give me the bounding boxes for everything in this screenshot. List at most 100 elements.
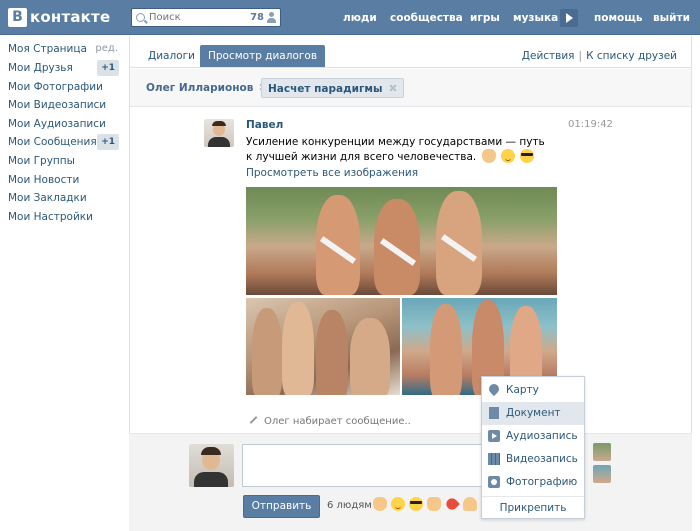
messages-badge: +1 [97, 134, 119, 150]
ok-hand-emoji-icon[interactable] [373, 497, 387, 511]
message-photo-main[interactable] [246, 187, 557, 295]
sidebar-item-photos[interactable]: Мои Фотографии [8, 78, 124, 96]
search-box[interactable]: 78 [131, 8, 281, 27]
smile-emoji-icon[interactable] [391, 497, 405, 511]
sidebar-item-label: Мои Закладки [8, 192, 87, 204]
search-icon [136, 13, 145, 22]
attach-button[interactable]: Прикрепить [482, 496, 584, 519]
close-icon[interactable] [389, 84, 397, 92]
nav-help-link[interactable]: помощь [594, 12, 643, 24]
tab-dialogs[interactable]: Диалоги [140, 45, 203, 67]
nav-music[interactable]: музыка [513, 0, 558, 35]
sidebar-item-groups[interactable]: Мои Группы [8, 152, 124, 170]
search-input[interactable] [149, 10, 249, 25]
vk-logo-icon: В [8, 7, 27, 27]
attach-document-label: Документ [506, 407, 561, 419]
sidebar-item-bookmarks[interactable]: Мои Закладки [8, 189, 124, 207]
friends-badge: +1 [97, 60, 119, 76]
sidebar-item-label: Мои Сообщения [8, 136, 97, 148]
nav-music-link[interactable]: музыка [513, 12, 558, 24]
message-time: 01:19:42 [568, 119, 613, 130]
actions-link[interactable]: Действия [522, 50, 575, 62]
sidebar-item-label: Мои Аудиозаписи [8, 118, 106, 130]
attach-video-label: Видеозапись [506, 453, 578, 465]
sidebar-item-news[interactable]: Мои Новости [8, 171, 124, 189]
message-text-block: Усиление конкуренции между государствами… [246, 135, 546, 164]
map-pin-icon [486, 381, 502, 397]
audio-icon [488, 430, 500, 442]
top-header: В контакте 78 люди сообщества игры музык… [0, 0, 700, 35]
attached-thumb[interactable] [593, 465, 611, 483]
attach-map[interactable]: Карту [482, 379, 584, 402]
pencil-icon [249, 416, 258, 424]
peer-tab-oleg[interactable]: Олег Илларионов [140, 78, 273, 98]
avatar[interactable] [204, 119, 234, 147]
message-photo-left[interactable] [246, 298, 400, 395]
sidebar-item-label: Мои Фотографии [8, 81, 103, 93]
nav-logout-link[interactable]: выйти [653, 12, 690, 24]
tabs-row: Диалоги Просмотр диалогов Действия | К спи… [130, 36, 691, 68]
attached-thumbs [593, 443, 613, 487]
search-count: 78 [250, 12, 264, 23]
tabs-right-links: Действия | К списку друзей [522, 50, 677, 62]
nav-logout[interactable]: выйти [653, 0, 690, 35]
sidebar-item-messages[interactable]: Мои Сообщения +1 [8, 133, 124, 151]
vk-logo[interactable]: В контакте [8, 7, 110, 27]
sidebar-item-label: Мои Новости [8, 174, 80, 186]
attach-photo-label: Фотографию [506, 476, 578, 488]
sidebar-item-my-page[interactable]: Моя Страница ред. [8, 40, 124, 58]
nav-communities[interactable]: сообщества [390, 0, 463, 35]
thumbs-up-emoji-icon[interactable] [427, 497, 441, 511]
peer-tabs: Олег Илларионов Насчет парадигмы [130, 69, 691, 107]
smile-emoji-icon [500, 149, 515, 163]
message-text: Усиление конкуренции между государствами… [246, 136, 545, 163]
sidebar-item-friends[interactable]: Мои Друзья +1 [8, 59, 124, 77]
document-icon [489, 407, 499, 419]
play-icon[interactable] [560, 9, 578, 27]
video-icon [488, 453, 500, 465]
peer-tab-paradigm[interactable]: Насчет парадигмы [261, 78, 404, 98]
send-button[interactable]: Отправить [243, 495, 320, 518]
typing-indicator: Олег набирает сообщение.. [249, 416, 411, 427]
sidebar-item-label: Мои Видеозаписи [8, 99, 107, 111]
sidebar-item-label: Моя Страница [8, 43, 87, 55]
sidebar-item-label: Мои Группы [8, 155, 75, 167]
vk-logo-text: контакте [30, 8, 111, 26]
attach-menu: Карту Документ Аудиозапись Видеозапись Ф… [481, 376, 585, 519]
attached-thumb[interactable] [593, 443, 611, 461]
sunglasses-emoji-icon[interactable] [409, 497, 423, 511]
raised-hands-emoji-icon[interactable] [463, 497, 477, 511]
sidebar-item-settings[interactable]: Мои Настройки [8, 208, 124, 226]
attach-map-label: Карту [506, 384, 539, 396]
separator: | [578, 50, 583, 62]
sidebar-item-label: Мои Друзья [8, 62, 73, 74]
people-count: 6 людям [327, 500, 372, 511]
sunglasses-emoji-icon [520, 149, 535, 163]
person-icon [267, 12, 276, 23]
attach-audio-label: Аудиозапись [506, 430, 578, 442]
attach-audio[interactable]: Аудиозапись [482, 425, 584, 448]
heart-emoji-icon[interactable] [444, 496, 460, 512]
attach-video[interactable]: Видеозапись [482, 448, 584, 471]
typing-text: Олег набирает сообщение.. [264, 416, 411, 427]
attach-photo[interactable]: Фотографию [482, 471, 584, 494]
nav-games-link[interactable]: игры [470, 12, 500, 24]
emoji-bar [371, 496, 479, 512]
to-friends-link[interactable]: К списку друзей [586, 50, 677, 62]
view-all-images-link[interactable]: Просмотреть все изображения [246, 167, 418, 179]
attach-document[interactable]: Документ [482, 402, 584, 425]
nav-people[interactable]: люди [343, 0, 377, 35]
ok-hand-emoji-icon [481, 149, 496, 163]
sidebar-item-videos[interactable]: Мои Видеозаписи [8, 96, 124, 114]
peer-name: Насчет парадигмы [268, 83, 383, 95]
sidebar-item-audio[interactable]: Мои Аудиозаписи [8, 115, 124, 133]
sidebar-item-label: Мои Настройки [8, 211, 93, 223]
tab-view-dialogs[interactable]: Просмотр диалогов [200, 45, 326, 67]
edit-link[interactable]: ред. [95, 40, 118, 58]
nav-people-link[interactable]: люди [343, 12, 377, 24]
nav-communities-link[interactable]: сообщества [390, 12, 463, 24]
nav-games[interactable]: игры [470, 0, 500, 35]
my-avatar[interactable] [189, 444, 234, 487]
nav-help[interactable]: помощь [594, 0, 643, 35]
message-author[interactable]: Павел [246, 119, 283, 131]
